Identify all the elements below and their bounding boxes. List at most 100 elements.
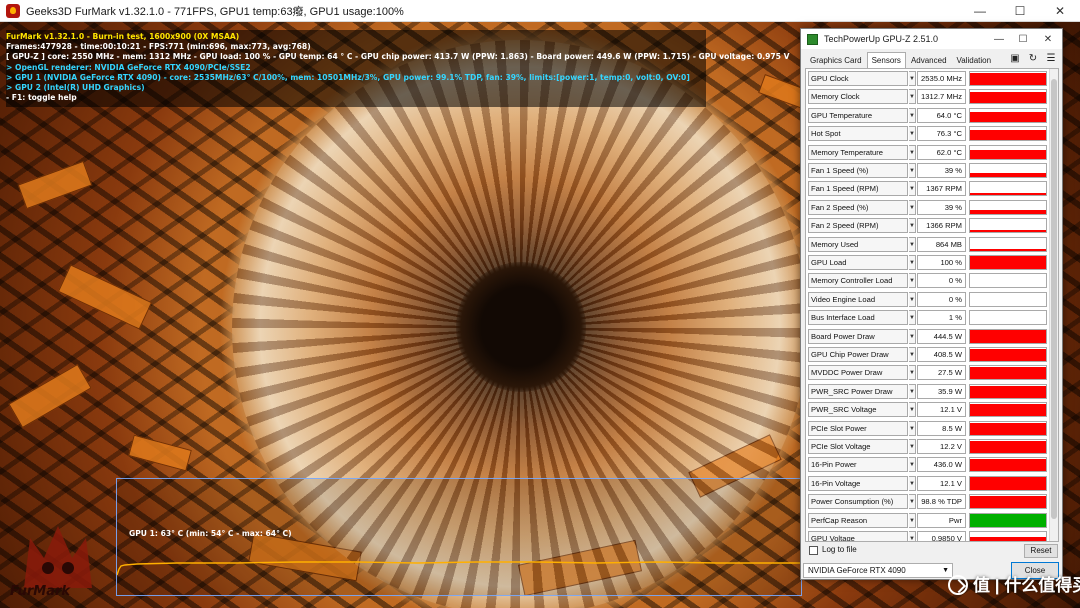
sensor-dropdown-icon[interactable]: ▼ (909, 457, 916, 473)
sensor-name[interactable]: PWR_SRC Voltage (808, 402, 908, 418)
sensor-name[interactable]: Hot Spot (808, 126, 908, 142)
sensor-name[interactable]: GPU Load (808, 255, 908, 270)
sensor-scrollbar[interactable] (1049, 69, 1058, 541)
sensor-name[interactable]: PCIe Slot Voltage (808, 439, 908, 454)
sensor-name[interactable]: PerfCap Reason (808, 512, 908, 528)
sensor-name[interactable]: MVDDC Power Draw (808, 365, 908, 381)
sensor-row: GPU Voltage ▼ 0.9850 V (808, 531, 1047, 541)
sensor-dropdown-icon[interactable]: ▼ (909, 126, 916, 142)
sensor-name[interactable]: Bus Interface Load (808, 310, 908, 326)
close-button[interactable]: ✕ (1040, 0, 1080, 22)
sensor-row: Power Consumption (%) ▼ 98.8 % TDP (808, 494, 1047, 510)
sensor-dropdown-icon[interactable]: ▼ (909, 199, 916, 215)
sensor-name[interactable]: 16-Pin Voltage (808, 475, 908, 491)
sensor-graph-fill (970, 230, 1046, 233)
fur-block (17, 160, 93, 210)
sensor-graph (969, 383, 1047, 399)
sensor-name[interactable]: Video Engine Load (808, 291, 908, 307)
overlay-line: > OpenGL renderer: NVIDIA GeForce RTX 40… (6, 62, 251, 72)
sensor-dropdown-icon[interactable]: ▼ (909, 255, 916, 270)
sensor-name[interactable]: Power Consumption (%) (808, 494, 908, 510)
sensor-dropdown-icon[interactable]: ▼ (909, 439, 916, 454)
sensor-dropdown-icon[interactable]: ▼ (909, 144, 916, 160)
sensor-dropdown-icon[interactable]: ▼ (909, 89, 916, 105)
tab-validation[interactable]: Validation (952, 52, 997, 68)
sensor-dropdown-icon[interactable]: ▼ (909, 347, 916, 362)
tab-graphics-card[interactable]: Graphics Card (805, 52, 867, 68)
sensor-graph (969, 163, 1047, 178)
gpu-select-dropdown[interactable]: NVIDIA GeForce RTX 4090 ▼ (803, 563, 953, 578)
sensor-row: Fan 2 Speed (%) ▼ 39 % (808, 199, 1047, 215)
sensor-dropdown-icon[interactable]: ▼ (909, 383, 916, 399)
sensor-value: 12.2 V (917, 439, 966, 454)
sensor-name[interactable]: Memory Temperature (808, 144, 908, 160)
sensor-value: 100 % (917, 255, 966, 270)
screenshot-camera-icon[interactable]: ▣ (1009, 53, 1021, 65)
sensor-row: Memory Used ▼ 864 MB (808, 236, 1047, 252)
sensor-name[interactable]: Memory Controller Load (808, 273, 908, 289)
minimize-button[interactable]: — (960, 0, 1000, 22)
sensor-name[interactable]: Fan 1 Speed (RPM) (808, 181, 908, 197)
sensor-dropdown-icon[interactable]: ▼ (909, 402, 916, 418)
sensor-dropdown-icon[interactable]: ▼ (909, 181, 916, 197)
sensor-graph (969, 531, 1047, 541)
sensor-dropdown-icon[interactable]: ▼ (909, 475, 916, 491)
sensor-dropdown-icon[interactable]: ▼ (909, 531, 916, 541)
maximize-button[interactable]: ☐ (1000, 0, 1040, 22)
sensor-dropdown-icon[interactable]: ▼ (909, 236, 916, 252)
sensor-name[interactable]: PWR_SRC Power Draw (808, 383, 908, 399)
sensor-dropdown-icon[interactable]: ▼ (909, 512, 916, 528)
overlay-line: - F1: toggle help (6, 93, 77, 103)
sensor-row: Fan 1 Speed (RPM) ▼ 1367 RPM (808, 181, 1047, 197)
sensor-row: PCIe Slot Power ▼ 8.5 W (808, 420, 1047, 436)
furmark-window-title: Geeks3D FurMark v1.32.1.0 - 771FPS, GPU1… (26, 5, 404, 18)
sensor-dropdown-icon[interactable]: ▼ (909, 71, 916, 86)
sensor-name[interactable]: Board Power Draw (808, 328, 908, 344)
sensor-name[interactable]: 16-Pin Power (808, 457, 908, 473)
sensor-name[interactable]: Memory Clock (808, 89, 908, 105)
menu-icon[interactable]: ☰ (1045, 53, 1057, 65)
sensor-value: 39 % (917, 199, 966, 215)
gpuz-close-button[interactable]: ✕ (1036, 29, 1060, 49)
sensors-panel: GPU Clock ▼ 2535.0 MHz Memory Clock ▼ 1312.7 … (805, 68, 1059, 542)
sensor-name[interactable]: Fan 2 Speed (RPM) (808, 218, 908, 234)
tab-sensors[interactable]: Sensors (866, 52, 906, 68)
log-to-file-checkbox[interactable] (809, 546, 818, 555)
reset-button[interactable]: Reset (1024, 544, 1058, 558)
tab-advanced[interactable]: Advanced (906, 52, 952, 68)
sensor-dropdown-icon[interactable]: ▼ (909, 420, 916, 436)
overlay-line: Frames:477928 - time:00:10:21 - FPS:771 … (6, 42, 311, 52)
gpuz-titlebar[interactable]: TechPowerUp GPU-Z 2.51.0 — ☐ ✕ (801, 29, 1062, 49)
sensor-name[interactable]: Fan 1 Speed (%) (808, 163, 908, 178)
sensor-graph (969, 512, 1047, 528)
gpuz-maximize-button[interactable]: ☐ (1011, 29, 1035, 49)
sensor-dropdown-icon[interactable]: ▼ (909, 291, 916, 307)
sensor-graph-fill (970, 72, 1046, 85)
sensor-dropdown-icon[interactable]: ▼ (909, 218, 916, 234)
sensor-graph (969, 347, 1047, 362)
sensor-graph-fill (970, 495, 1046, 509)
sensor-name[interactable]: Memory Used (808, 236, 908, 252)
scrollbar-thumb[interactable] (1051, 79, 1057, 519)
sensor-dropdown-icon[interactable]: ▼ (909, 273, 916, 289)
sensor-dropdown-icon[interactable]: ▼ (909, 310, 916, 326)
furmark-logo-text: FurMark (10, 584, 71, 599)
refresh-icon[interactable]: ↻ (1027, 53, 1039, 65)
sensor-graph-fill (970, 367, 1046, 380)
sensor-value: 2535.0 MHz (917, 71, 966, 86)
sensor-dropdown-icon[interactable]: ▼ (909, 163, 916, 178)
sensor-row: MVDDC Power Draw ▼ 27.5 W (808, 365, 1047, 381)
sensor-name[interactable]: GPU Chip Power Draw (808, 347, 908, 362)
sensor-name[interactable]: Fan 2 Speed (%) (808, 199, 908, 215)
sensor-dropdown-icon[interactable]: ▼ (909, 365, 916, 381)
furmark-titlebar[interactable]: Geeks3D FurMark v1.32.1.0 - 771FPS, GPU1… (0, 0, 1080, 22)
sensor-name[interactable]: PCIe Slot Power (808, 420, 908, 436)
sensor-name[interactable]: GPU Clock (808, 71, 908, 86)
sensor-dropdown-icon[interactable]: ▼ (909, 494, 916, 510)
sensor-name[interactable]: GPU Voltage (808, 531, 908, 541)
sensor-name[interactable]: GPU Temperature (808, 107, 908, 123)
gpuz-minimize-button[interactable]: — (987, 29, 1011, 49)
sensor-dropdown-icon[interactable]: ▼ (909, 328, 916, 344)
sensor-dropdown-icon[interactable]: ▼ (909, 107, 916, 123)
sensor-graph (969, 89, 1047, 105)
